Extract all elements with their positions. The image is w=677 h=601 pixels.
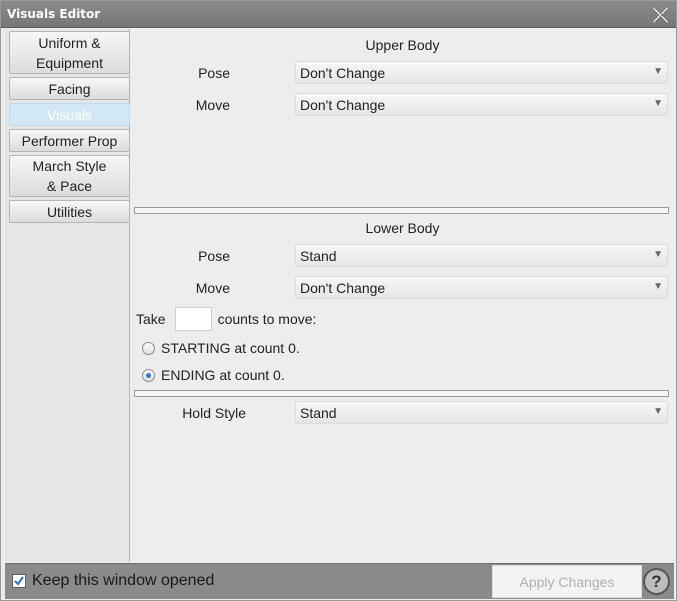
upper-move-label: Move	[195, 97, 230, 113]
bottom-bar: Keep this window opened Apply Changes ?	[5, 563, 674, 599]
upper-body-title: Upper Body	[365, 37, 440, 53]
hold-style-value: Stand	[300, 405, 337, 421]
chevron-down-icon: ▼	[653, 98, 663, 109]
visuals-editor-window: Visuals Editor Uniform & Equipment Facin…	[0, 0, 677, 601]
sidebar-item-performer-prop[interactable]: Performer Prop	[9, 129, 130, 152]
section-divider	[134, 390, 669, 397]
take-counts-row: Take counts to move:	[136, 307, 316, 331]
help-icon[interactable]: ?	[643, 568, 670, 595]
upper-move-select[interactable]: Don't Change ▼	[295, 93, 668, 116]
counts-input[interactable]	[174, 307, 212, 331]
lower-body-title: Lower Body	[365, 220, 440, 236]
chevron-down-icon: ▼	[653, 249, 663, 260]
lower-move-value: Don't Change	[300, 280, 386, 296]
keep-open-option[interactable]: Keep this window opened	[12, 572, 214, 590]
chevron-down-icon: ▼	[653, 281, 663, 292]
chevron-down-icon: ▼	[653, 406, 663, 417]
upper-pose-label: Pose	[198, 65, 230, 81]
take-label: Take	[136, 311, 166, 327]
section-divider	[134, 207, 669, 214]
starting-radio-option[interactable]: STARTING at count 0.	[142, 340, 300, 356]
checkmark-icon	[14, 576, 24, 586]
keep-open-label: Keep this window opened	[32, 572, 215, 589]
starting-radio[interactable]	[142, 341, 155, 355]
lower-move-select[interactable]: Don't Change ▼	[295, 276, 668, 299]
ending-radio-option[interactable]: ENDING at count 0.	[142, 367, 285, 383]
lower-pose-label: Pose	[198, 248, 230, 264]
sidebar-item-march-style-pace[interactable]: March Style & Pace	[9, 155, 130, 197]
main-panel: Upper Body Pose Don't Change ▼ Move Don'…	[131, 29, 674, 562]
title-bar: Visuals Editor	[1, 1, 676, 28]
lower-pose-select[interactable]: Stand ▼	[295, 244, 668, 267]
keep-open-checkbox[interactable]	[12, 574, 26, 588]
hold-style-select[interactable]: Stand ▼	[295, 401, 668, 424]
close-icon[interactable]	[651, 5, 671, 25]
sidebar-item-utilities[interactable]: Utilities	[9, 200, 130, 223]
starting-label: STARTING at count 0.	[161, 340, 300, 356]
upper-move-value: Don't Change	[300, 97, 386, 113]
lower-pose-value: Stand	[300, 248, 337, 264]
window-title: Visuals Editor	[7, 7, 101, 21]
upper-pose-value: Don't Change	[300, 65, 386, 81]
lower-move-label: Move	[195, 280, 230, 296]
ending-label: ENDING at count 0.	[161, 367, 285, 383]
chevron-down-icon: ▼	[653, 66, 663, 77]
counts-to-move-label: counts to move:	[217, 311, 317, 327]
apply-changes-button[interactable]: Apply Changes	[492, 565, 642, 598]
upper-pose-select[interactable]: Don't Change ▼	[295, 61, 668, 84]
ending-radio[interactable]	[142, 368, 155, 382]
hold-style-label: Hold Style	[182, 405, 246, 421]
